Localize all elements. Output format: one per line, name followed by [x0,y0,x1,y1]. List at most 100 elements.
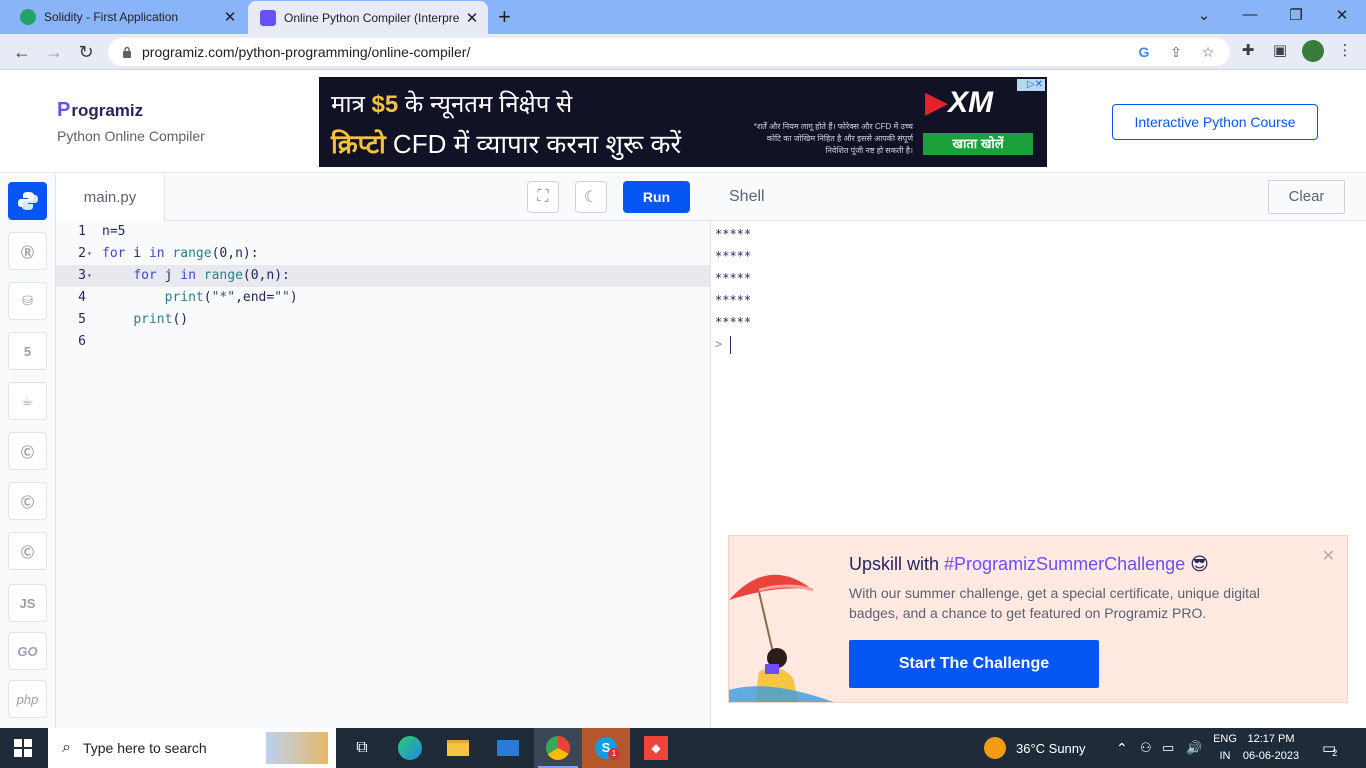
side-panel-icon[interactable]: ▣ [1271,42,1289,60]
volume-icon[interactable]: 🔊 [1186,728,1202,768]
output-line: ***** [715,293,752,307]
close-window-icon[interactable]: ✕ [1322,6,1362,24]
address-bar[interactable]: programiz.com/python-programming/online-… [108,38,1230,66]
run-button[interactable]: Run [623,181,690,213]
ad-close-icon[interactable]: ▷✕ [1017,79,1045,91]
tray-meet-icon[interactable]: ⚇ [1140,728,1152,768]
close-tab-icon[interactable]: ✕ [462,9,482,27]
database-icon: ⛁ [22,293,33,308]
shell-input-line[interactable]: > [715,333,751,355]
notification-center-icon[interactable]: ▭ 2 [1322,728,1337,768]
notification-count: 2 [1332,748,1338,758]
line-number: 4 [78,290,86,305]
restore-icon[interactable]: ❐ [1276,6,1316,24]
php-label: php [16,691,39,707]
code-line[interactable]: 3 ▾ for j in range(0,n): [56,265,710,287]
system-clock[interactable]: 12:17 PM 06-06-2023 [1236,731,1306,765]
search-highlight-icon [266,732,328,764]
tray-overflow-chevron-icon[interactable]: ⌃ [1116,728,1128,768]
extensions-icon[interactable]: ✚ [1239,42,1257,60]
clock-date: 06-06-2023 [1242,750,1300,762]
code-area[interactable]: 1 n=5 2 ▾ for i in range(0,n): 3 ▾ for j in ra… [56,221,710,353]
code-line[interactable]: 1 n=5 [56,221,710,243]
code-line[interactable]: 2 ▾ for i in range(0,n): [56,243,710,265]
file-explorer-icon[interactable] [434,728,482,768]
lock-icon [123,46,131,58]
ad-cta-button[interactable]: खाता खोलें [923,133,1033,155]
shell-output[interactable]: ***** ***** ***** ***** ***** > [715,223,751,355]
new-tab-icon[interactable]: + [498,4,511,30]
page-subtitle: Python Online Compiler [57,128,205,144]
lang-js-button[interactable]: JS [8,584,47,622]
close-promo-icon[interactable]: ✕ [1322,546,1335,566]
output-line: ***** [715,227,752,241]
clear-button[interactable]: Clear [1268,180,1345,214]
fullscreen-icon[interactable]: ⛶ [527,181,559,213]
tab-favicon-icon [20,9,36,25]
network-icon[interactable]: ▭ [1162,728,1174,768]
weather-widget[interactable]: 36°C Sunny [984,728,1086,768]
shell-title: Shell [729,188,765,205]
minimize-icon[interactable]: — [1230,6,1270,23]
close-tab-icon[interactable]: ✕ [220,8,240,26]
tab-search-chevron-icon[interactable]: ⌄ [1184,6,1224,24]
lang-r-button[interactable]: Ⓡ [8,232,47,270]
lang-csharp-button[interactable]: Ⓒ [8,532,47,570]
lang-go-button[interactable]: GO [8,632,47,670]
bookmark-star-icon[interactable]: ☆ [1199,43,1217,61]
advertisement-banner[interactable]: मात्र $5 के न्यूनतम निक्षेप से क्रिप्टो … [319,77,1047,167]
lang-java-button[interactable]: ☕ [8,382,47,420]
windows-start-icon[interactable] [14,739,32,757]
browser-toolbar: ← → ↻ programiz.com/python-programming/o… [0,34,1366,70]
fold-toggle-icon[interactable]: ▾ [87,243,97,265]
profile-avatar[interactable] [1302,40,1324,62]
lang-html-button[interactable]: 5 [8,332,47,370]
ad-headline-1: मात्र $5 के न्यूनतम निक्षेप से [331,91,573,118]
r-icon: Ⓡ [20,244,34,260]
mail-icon[interactable] [484,728,532,768]
js-label: JS [19,595,36,611]
share-icon[interactable]: ⇪ [1167,43,1185,61]
lang-php-button[interactable]: php [8,680,47,718]
browser-tab-solidity[interactable]: Solidity - First Application ✕ [8,0,246,34]
search-icon: ⌕ [62,739,71,756]
dark-mode-moon-icon[interactable]: ☾ [575,181,607,213]
tab-title: Online Python Compiler (Interpre [284,10,460,25]
line-number: 3 [78,268,86,283]
line-number: 1 [78,224,86,239]
code-line[interactable]: 6 [56,331,710,353]
lang-c-button[interactable]: Ⓒ [8,432,47,470]
lang-python-button[interactable] [8,182,47,220]
taskbar-search-box[interactable]: ⌕ Type here to search [48,728,336,768]
anydesk-icon[interactable]: ◆ [632,728,680,768]
reload-icon[interactable]: ↻ [74,40,98,64]
windows-taskbar: ⌕ Type here to search ⧉ S1 ◆ 36°C Sunny … [0,728,1366,768]
c-icon: Ⓒ [20,444,34,460]
file-tab-main[interactable]: main.py [56,174,165,221]
promo-title: Upskill with #ProgramizSummerChallenge 😎 [849,554,1209,574]
shell-header: Shell Clear [711,174,1366,221]
edge-icon[interactable] [386,728,434,768]
fold-toggle-icon[interactable]: ▾ [87,265,97,287]
forward-icon[interactable]: → [42,40,66,64]
browser-menu-icon[interactable]: ⋮ [1336,42,1354,60]
programiz-logo[interactable]: Programiz Python Online Compiler [57,99,205,144]
skype-badge: 1 [608,748,620,760]
skype-icon[interactable]: S1 [582,728,630,768]
browser-tab-programiz[interactable]: Online Python Compiler (Interpre ✕ [248,1,488,34]
back-icon[interactable]: ← [10,40,34,64]
google-icon[interactable]: G [1135,43,1153,61]
html5-icon: 5 [23,343,32,359]
code-text: print() [133,312,189,327]
interactive-course-button[interactable]: Interactive Python Course [1112,104,1318,140]
go-label: GO [17,643,38,659]
lang-sql-button[interactable]: ⛁ [8,282,47,320]
line-number: 6 [78,334,86,349]
line-number: 5 [78,312,86,327]
chrome-icon[interactable] [534,728,582,768]
start-challenge-button[interactable]: Start The Challenge [849,640,1099,688]
code-line[interactable]: 4 print("*",end="") [56,287,710,309]
code-line[interactable]: 5 print() [56,309,710,331]
lang-cpp-button[interactable]: Ⓒ [8,482,47,520]
task-view-icon[interactable]: ⧉ [338,728,386,768]
